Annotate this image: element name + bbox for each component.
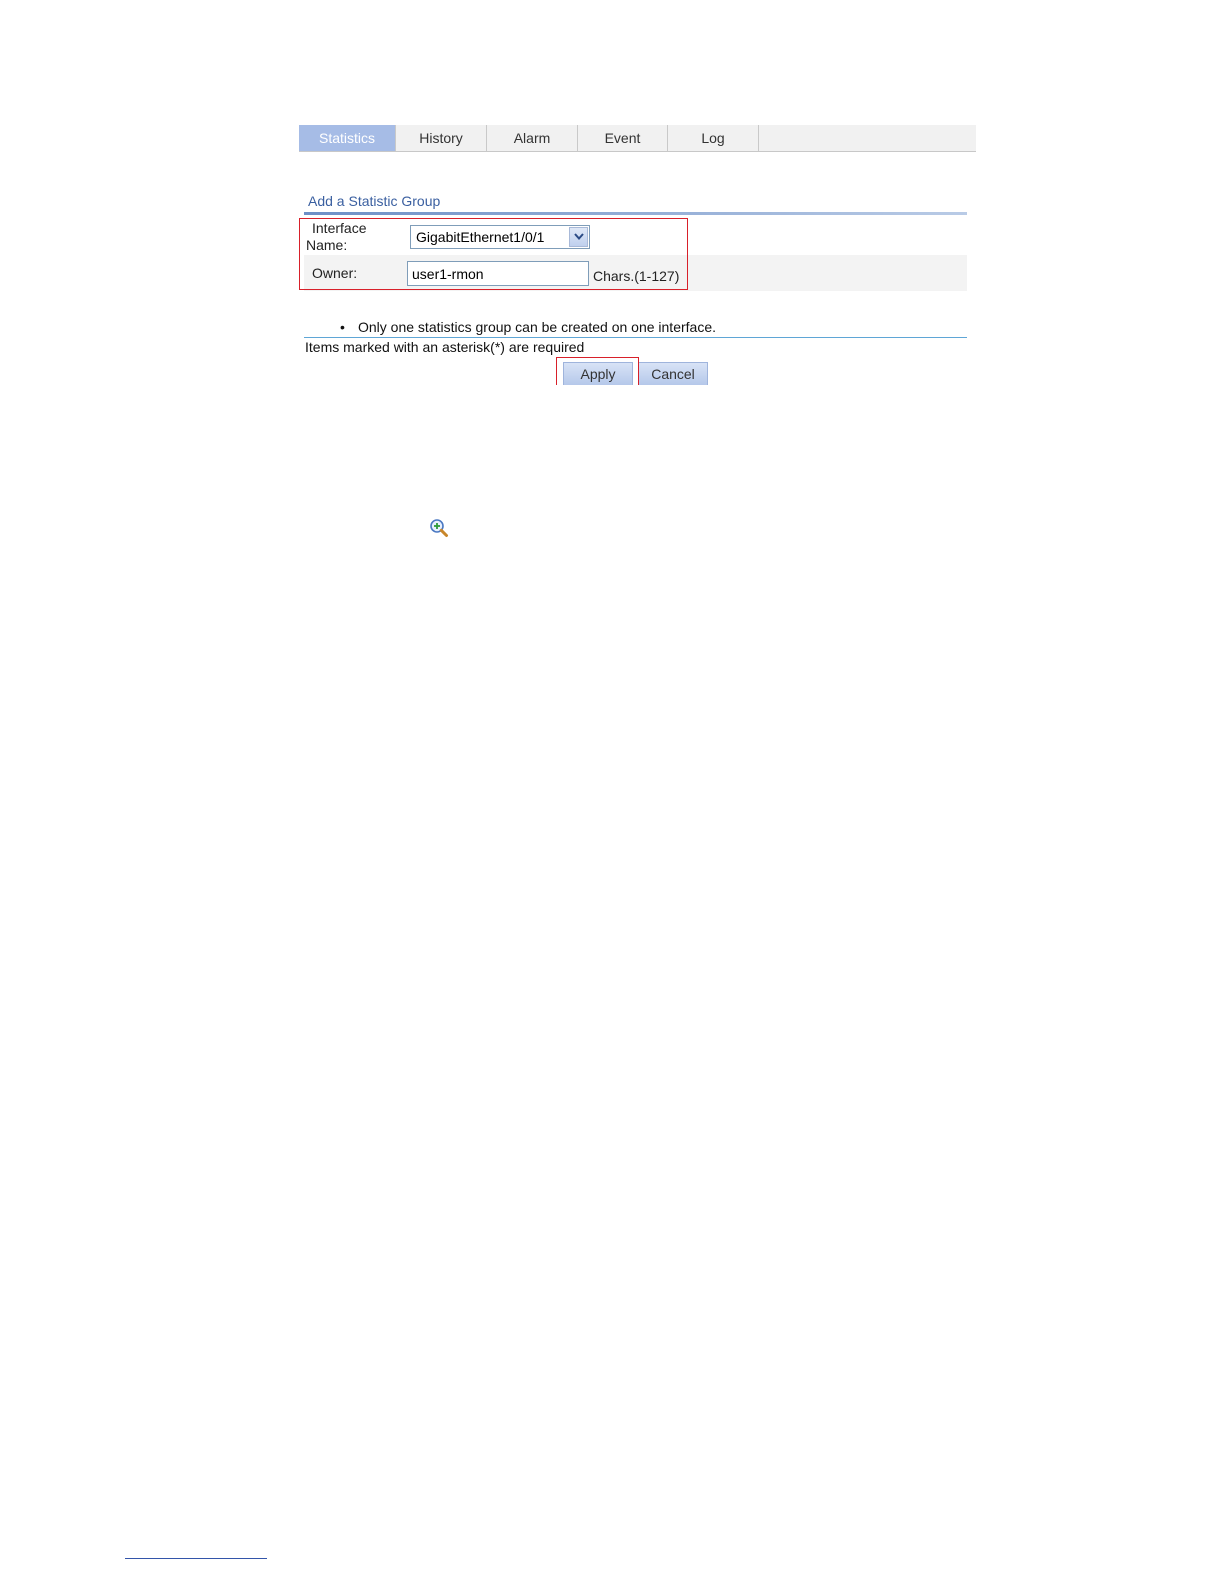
info-note: • Only one statistics group can be create… [340, 319, 716, 335]
required-fields-note: Items marked with an asterisk(*) are req… [305, 339, 585, 355]
tab-bar: Statistics History Alarm Event Log [299, 125, 976, 152]
tab-alarm[interactable]: Alarm [487, 125, 578, 151]
tab-log[interactable]: Log [668, 125, 759, 151]
section-title: Add a Statistic Group [308, 193, 441, 209]
section-divider [304, 212, 967, 215]
bullet-icon: • [340, 319, 345, 335]
cancel-button[interactable]: Cancel [638, 362, 708, 385]
apply-highlight-box [556, 357, 639, 385]
notes-divider [304, 337, 967, 338]
tab-history[interactable]: History [396, 125, 487, 151]
info-note-text: Only one statistics group can be created… [358, 319, 716, 335]
form-highlight-box [299, 218, 688, 290]
tab-statistics[interactable]: Statistics [299, 125, 396, 151]
tab-event[interactable]: Event [578, 125, 668, 151]
zoom-in-icon[interactable] [429, 518, 449, 538]
footnote-divider [125, 1558, 267, 1559]
